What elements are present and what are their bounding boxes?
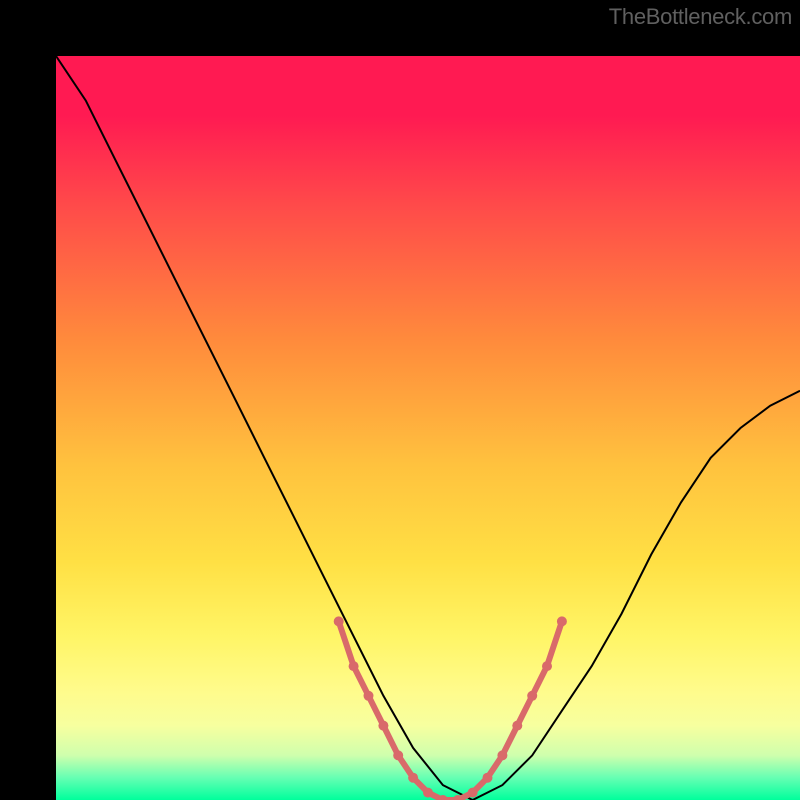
marker-dot: [349, 661, 359, 671]
marker-dot: [557, 616, 567, 626]
marker-dot: [393, 750, 403, 760]
marker-dot: [527, 691, 537, 701]
marker-dot: [423, 788, 433, 798]
chart-svg: [56, 56, 800, 800]
marker-dot: [497, 750, 507, 760]
watermark-text: TheBottleneck.com: [609, 4, 792, 30]
bottleneck-curve: [56, 56, 800, 800]
marker-dot: [408, 773, 418, 783]
marker-dot: [542, 661, 552, 671]
marker-dots-group: [334, 616, 567, 800]
chart-frame: [0, 0, 800, 800]
highlight-curve: [339, 621, 562, 800]
marker-dot: [483, 773, 493, 783]
marker-dot: [364, 691, 374, 701]
marker-dot: [468, 788, 478, 798]
plot-area: [56, 56, 800, 800]
marker-dot: [334, 616, 344, 626]
marker-dot: [378, 721, 388, 731]
marker-dot: [512, 721, 522, 731]
